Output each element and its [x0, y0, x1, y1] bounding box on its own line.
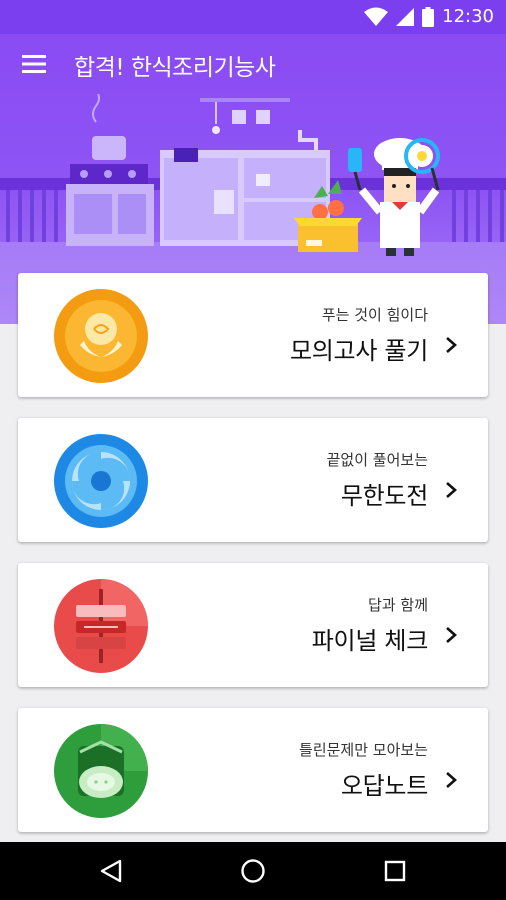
card-subtitle: 답과 함께: [368, 596, 428, 614]
card-subtitle: 푸는 것이 힘이다: [321, 306, 428, 324]
status-bar: 12:30: [0, 0, 506, 34]
hamburger-menu-icon: [22, 55, 46, 73]
recents-icon: [384, 860, 406, 882]
cucumber-icon: [54, 724, 148, 818]
status-time: 12:30: [442, 6, 494, 27]
menu-button[interactable]: [14, 48, 54, 80]
app-title: 합격! 한식조리기능사: [74, 55, 276, 81]
wifi-icon: [364, 7, 389, 26]
card-title: 파이널 체크: [311, 627, 429, 655]
app-bar: 합격! 한식조리기능사: [0, 34, 506, 94]
status-icons: 12:30: [364, 6, 494, 27]
card-text: 틀린문제만 모아보는 오답노트: [299, 708, 428, 832]
swirl-icon: [54, 434, 148, 528]
card-mock-exam[interactable]: 푸는 것이 힘이다 모의고사 풀기: [18, 273, 488, 397]
home-button[interactable]: [238, 856, 268, 886]
card-text: 답과 함께 파이널 체크: [311, 563, 429, 687]
chevron-right-icon: [446, 627, 457, 643]
chevron-right-icon: [446, 482, 457, 498]
noodle-bowl-icon: [54, 289, 148, 383]
home-icon: [241, 859, 265, 883]
chevron-right-icon: [446, 772, 457, 788]
recents-button[interactable]: [380, 856, 410, 886]
card-title: 무한도전: [340, 482, 428, 510]
card-subtitle: 틀린문제만 모아보는: [299, 741, 428, 759]
chevron-right-icon: [446, 337, 457, 353]
signal-icon: [396, 7, 415, 26]
card-infinite-challenge[interactable]: 끝없이 풀어보는 무한도전: [18, 418, 488, 542]
card-subtitle: 끝없이 풀어보는: [326, 451, 428, 469]
card-title: 모의고사 풀기: [289, 337, 428, 365]
back-button[interactable]: [96, 856, 126, 886]
card-final-check[interactable]: 답과 함께 파이널 체크: [18, 563, 488, 687]
battery-icon: [422, 6, 435, 27]
card-wrong-answer-note[interactable]: 틀린문제만 모아보는 오답노트: [18, 708, 488, 832]
navigation-bar: [0, 842, 506, 900]
back-icon: [100, 859, 122, 883]
card-text: 푸는 것이 힘이다 모의고사 풀기: [290, 273, 428, 397]
card-text: 끝없이 풀어보는 무한도전: [326, 418, 429, 542]
skewer-icon: [54, 579, 148, 673]
card-title: 오답노트: [340, 772, 428, 800]
